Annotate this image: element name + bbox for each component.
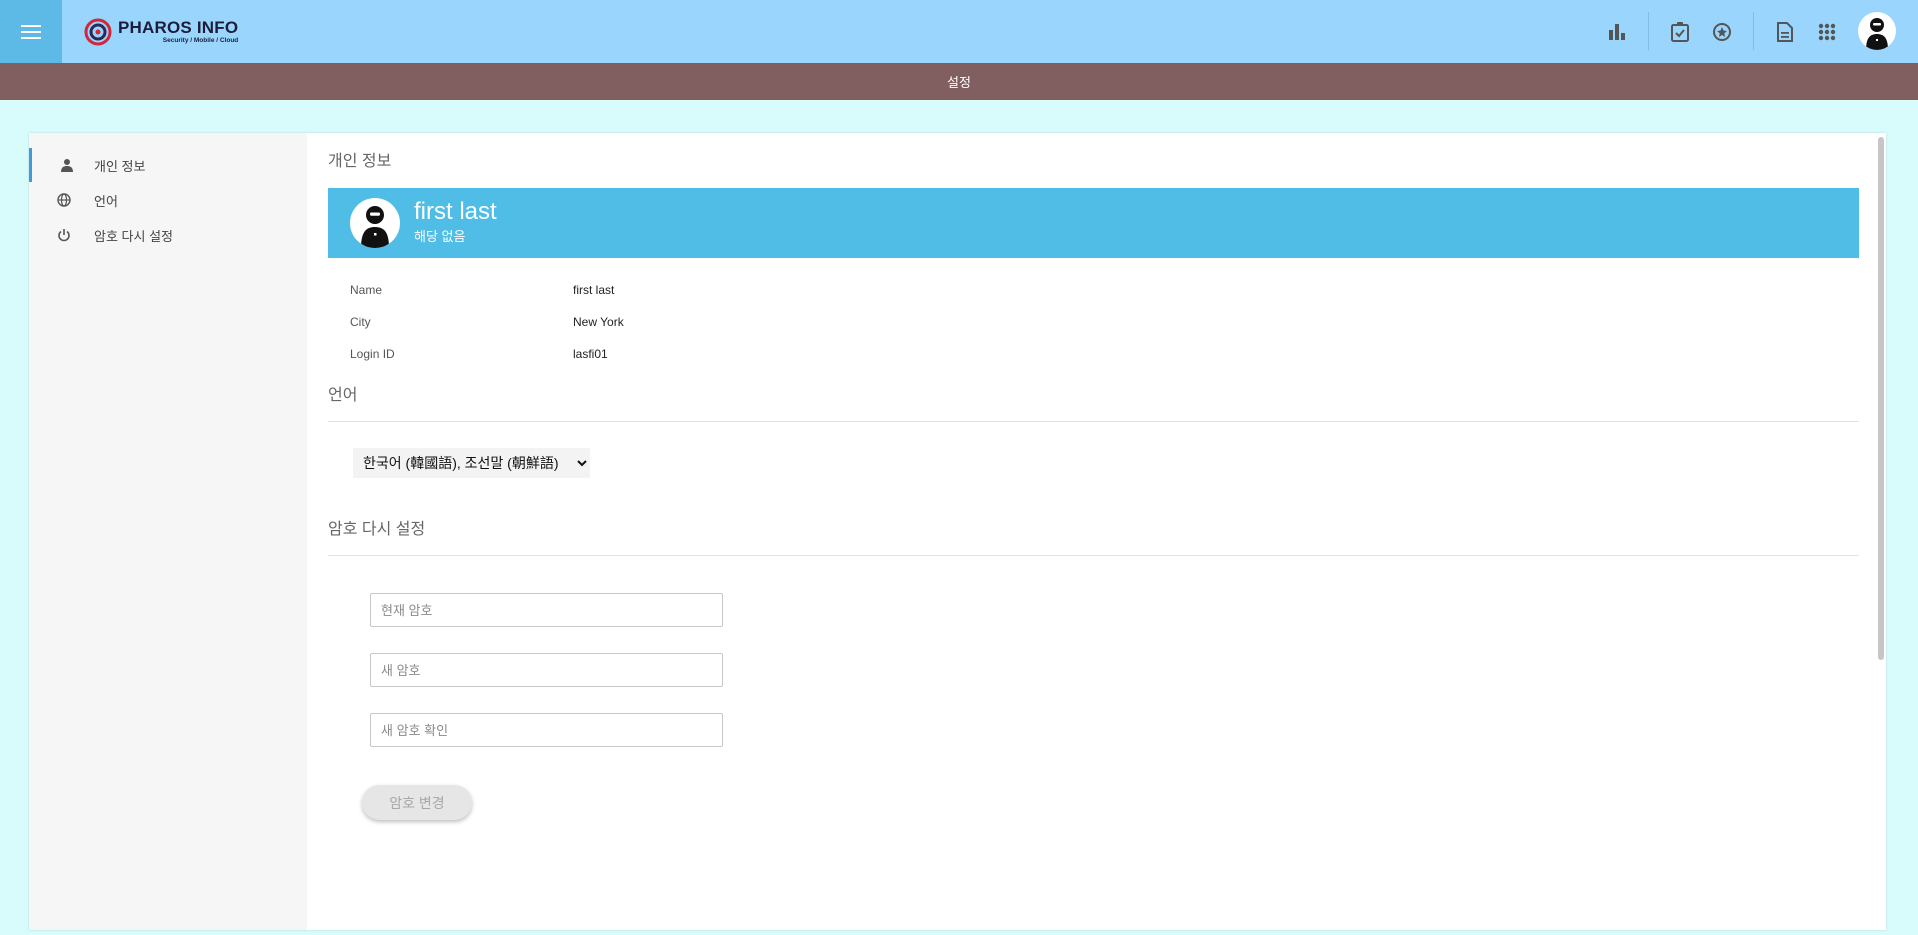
divider	[1648, 12, 1649, 50]
page-title: 설정	[947, 75, 971, 90]
profile-banner: first last 해당 없음	[328, 188, 1859, 258]
confirm-password-input[interactable]	[370, 713, 723, 747]
sidebar-item-personal-info[interactable]: 개인 정보	[29, 148, 307, 182]
menu-button[interactable]	[0, 0, 62, 63]
logo-tagline: Security / Mobile / Cloud	[162, 37, 239, 45]
hamburger-icon	[21, 24, 41, 39]
profile-avatar	[350, 198, 400, 248]
sidebar-item-label: 언어	[94, 193, 118, 209]
section-title-language: 언어	[328, 387, 358, 404]
info-value: first last	[573, 283, 615, 297]
current-password-input[interactable]	[370, 593, 723, 627]
award-icon	[1713, 23, 1731, 41]
top-bar: PHAROS INFO Security / Mobile / Cloud	[0, 0, 1918, 63]
logo-text: PHAROS INFO	[118, 18, 239, 38]
bar-chart-icon	[1609, 24, 1625, 40]
avatar-icon	[1866, 18, 1888, 50]
apps-grid-icon	[1818, 23, 1836, 41]
section-title-reset-password: 암호 다시 설정	[328, 521, 426, 538]
user-avatar[interactable]	[1858, 12, 1896, 50]
sidebar-item-label: 개인 정보	[94, 158, 146, 174]
divider	[328, 421, 1859, 422]
sidebar-item-language[interactable]: 언어	[29, 183, 307, 217]
divider	[328, 555, 1859, 556]
info-value: New York	[573, 315, 624, 329]
profile-name: first last	[414, 198, 497, 225]
logo[interactable]: PHAROS INFO Security / Mobile / Cloud	[84, 16, 238, 48]
language-select[interactable]: 한국어 (韓國語), 조선말 (朝鮮語)	[353, 448, 590, 478]
scrollbar[interactable]	[1878, 137, 1884, 660]
document-icon	[1777, 22, 1793, 42]
profile-subtitle: 해당 없음	[414, 229, 466, 244]
info-label: Name	[350, 283, 383, 297]
sidebar-item-label: 암호 다시 설정	[94, 228, 173, 244]
new-password-input[interactable]	[370, 653, 723, 687]
section-title-personal-info: 개인 정보	[328, 153, 392, 170]
apps-button[interactable]	[1813, 18, 1841, 46]
settings-content: 개인 정보 first last 해당 없음 Name first last C…	[328, 133, 1859, 930]
page-title-bar: 설정	[0, 63, 1918, 100]
sidebar-item-reset-password[interactable]: 암호 다시 설정	[29, 218, 307, 252]
info-label: City	[350, 315, 371, 329]
divider	[1753, 12, 1754, 50]
tasks-button[interactable]	[1666, 18, 1694, 46]
sidebar: 개인 정보 언어 암호 다시 설정	[29, 133, 307, 930]
change-password-button[interactable]: 암호 변경	[362, 785, 472, 820]
info-value: lasfi01	[573, 347, 608, 361]
person-icon	[61, 159, 73, 172]
avatar-icon	[361, 206, 389, 248]
pharos-logo-icon	[84, 18, 112, 46]
info-label: Login ID	[350, 347, 395, 361]
documents-button[interactable]	[1771, 18, 1799, 46]
globe-icon	[57, 193, 71, 207]
power-icon	[58, 229, 70, 242]
clipboard-check-icon	[1671, 22, 1689, 42]
awards-button[interactable]	[1708, 18, 1736, 46]
stats-button[interactable]	[1603, 18, 1631, 46]
settings-card: 개인 정보 언어 암호 다시 설정 개인 정보 first last 해당 없음…	[29, 133, 1886, 930]
